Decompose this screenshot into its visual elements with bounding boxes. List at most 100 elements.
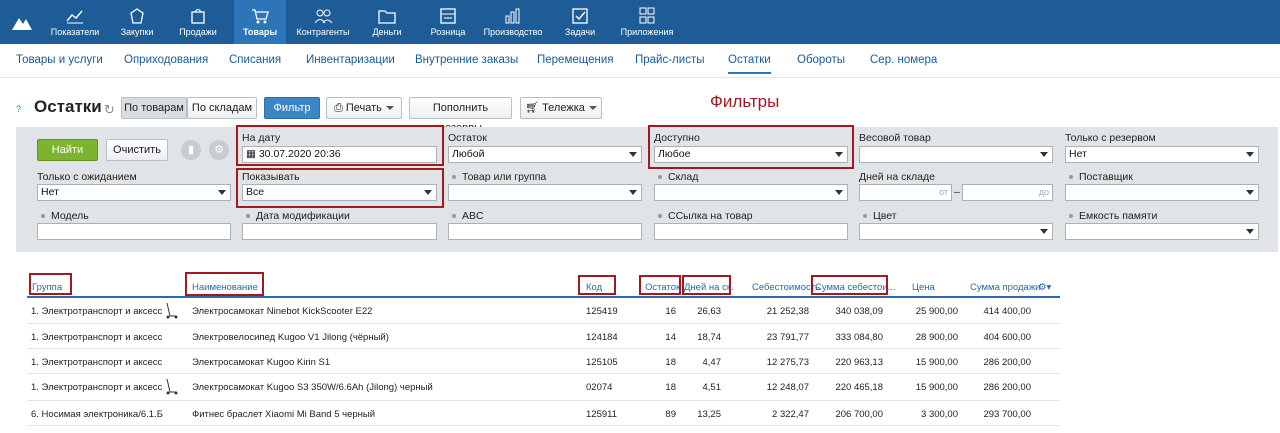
days-to-input[interactable]: до [962,184,1053,201]
column-settings-gear-icon[interactable]: ⚙▾ [1038,282,1051,293]
topnav-item-sales[interactable]: Продажи [172,0,224,44]
tab-serial-numbers[interactable]: Сер. номера [870,54,937,66]
table-row[interactable]: 1. Электротранспорт и аксесс Электросамо… [27,349,1060,374]
moysklad-logo-icon[interactable] [10,10,34,34]
help-icon[interactable]: ? [16,104,26,114]
cell-code: 125105 [586,357,618,368]
cart-icon [252,9,269,24]
folder-icon [378,10,396,24]
supplier-select[interactable] [1065,184,1259,201]
refresh-icon[interactable]: ↻ [104,102,115,118]
cell-code: 02074 [586,382,613,393]
tab-stock[interactable]: Остатки [728,54,771,74]
cell-cost-sum: 340 038,09 [835,306,883,317]
product-link-text: ССылка на товар [668,210,753,222]
dot-icon [41,214,45,219]
topnav-item-retail[interactable]: Розница [422,0,474,44]
cash-register-icon [440,8,456,24]
topnav-item-label: Продажи [179,27,217,37]
section-tabs: Товары и услуги Оприходования Списания И… [0,44,1280,78]
print-label: Печать [345,102,382,114]
topnav-item-label: Товары [242,27,278,37]
cell-days: 13,25 [697,409,721,420]
factory-icon [505,8,520,24]
tab-turnover[interactable]: Обороты [797,54,845,66]
model-text: Модель [51,210,89,222]
cell-group: 1. Электротранспорт и аксесс [31,382,163,393]
product-group-select[interactable] [448,184,642,201]
warehouse-select[interactable] [654,184,848,201]
product-group-label: Товар или группа [452,171,546,183]
cell-name: Электросамокат Kugoo S3 350W/6.6Ah (Jilo… [192,382,433,393]
by-warehouses-button[interactable]: По складам [187,97,257,119]
days-from-input[interactable]: от [859,184,952,201]
product-link-input[interactable] [654,223,848,240]
clear-button[interactable]: Очистить [106,139,168,161]
fill-reserves-button[interactable]: Пополнить резервы [409,97,512,134]
model-input[interactable] [37,223,231,240]
days-range-dash: – [954,186,960,198]
topnav-item-indicators[interactable]: Показатели [46,0,104,44]
filter-button[interactable]: Фильтр [264,97,320,119]
color-select[interactable] [859,223,1053,240]
tab-write-offs[interactable]: Списания [229,54,281,66]
waiting-only-select[interactable]: Нет [37,184,231,201]
cell-group: 1. Электротранспорт и аксесс [31,332,163,343]
bookmark-icon[interactable]: ▮ [181,140,201,160]
weight-goods-select[interactable] [859,146,1053,163]
cell-code: 124184 [586,332,618,343]
modified-date-input[interactable] [242,223,437,240]
by-goods-button[interactable]: По товарам [121,97,187,119]
cell-days: 4,51 [702,382,722,393]
gear-icon[interactable]: ⚙ [209,140,229,160]
table-row[interactable]: 1. Электротранспорт и аксесс Электровело… [27,324,1060,349]
topnav-item-goods[interactable]: Товары [234,0,286,44]
topnav-item-label: Розница [430,27,466,37]
apps-icon [639,7,655,24]
tab-transfers[interactable]: Перемещения [537,54,614,66]
memory-capacity-select[interactable] [1065,223,1259,240]
topnav-item-production[interactable]: Производство [480,0,546,44]
memory-capacity-text: Емкость памяти [1079,210,1158,222]
tab-price-lists[interactable]: Прайс-листы [635,54,704,66]
cell-group: 1. Электротранспорт и аксесс [31,357,163,368]
weight-goods-label: Весовой товар [859,132,931,144]
topnav-item-purchases[interactable]: Закупки [112,0,162,44]
cell-cost-sum: 220 963,13 [835,357,883,368]
print-button[interactable]: ⎙ Печать [326,97,402,119]
topnav-item-apps[interactable]: Приложения [614,0,680,44]
column-header-cost[interactable]: Себестоимость [752,282,820,293]
cart-button[interactable]: 🛒︎ Тележка [520,97,602,119]
topnav-item-money[interactable]: Деньги [362,0,412,44]
cell-days: 4,47 [702,357,722,368]
cell-price: 3 300,00 [921,409,958,420]
cell-price: 25 900,00 [915,306,958,317]
cell-cost-sum: 220 465,18 [835,382,883,393]
tab-inventories[interactable]: Инвентаризации [306,54,395,66]
column-header-price[interactable]: Цена [912,282,935,293]
find-button[interactable]: Найти [37,139,98,161]
table-row[interactable]: 6. Носимая электроника/6.1.Б Фитнес брас… [27,401,1060,426]
tab-receipts[interactable]: Оприходования [124,54,208,66]
reserve-only-select[interactable]: Нет [1065,146,1259,163]
topnav-item-label: Деньги [372,27,402,37]
memory-capacity-label: Емкость памяти [1069,210,1157,222]
warehouse-label: Склад [658,171,698,183]
table-row[interactable]: 1. Электротранспорт и аксесс Электросамо… [27,298,1060,324]
color-label: Цвет [863,210,897,222]
abc-input[interactable] [448,223,642,240]
cell-price: 15 900,00 [915,382,958,393]
modified-date-label: Дата модификации [246,210,350,222]
tab-internal-orders[interactable]: Внутренние заказы [415,54,518,66]
topnav-item-tasks[interactable]: Задачи [556,0,604,44]
balance-select[interactable]: Любой [448,146,642,163]
topnav-item-counterparties[interactable]: Контрагенты [294,0,352,44]
column-header-sales-sum[interactable]: Сумма продажи [970,282,1040,293]
tab-goods-and-services[interactable]: Товары и услуги [16,54,103,66]
cell-cost-sum: 206 700,00 [835,409,883,420]
cell-cost: 21 252,38 [766,306,809,317]
balance-label: Остаток [448,132,487,144]
color-text: Цвет [873,210,897,222]
table-row[interactable]: 1. Электротранспорт и аксесс Электросамо… [27,374,1060,401]
cell-sales-sum: 286 200,00 [983,357,1031,368]
